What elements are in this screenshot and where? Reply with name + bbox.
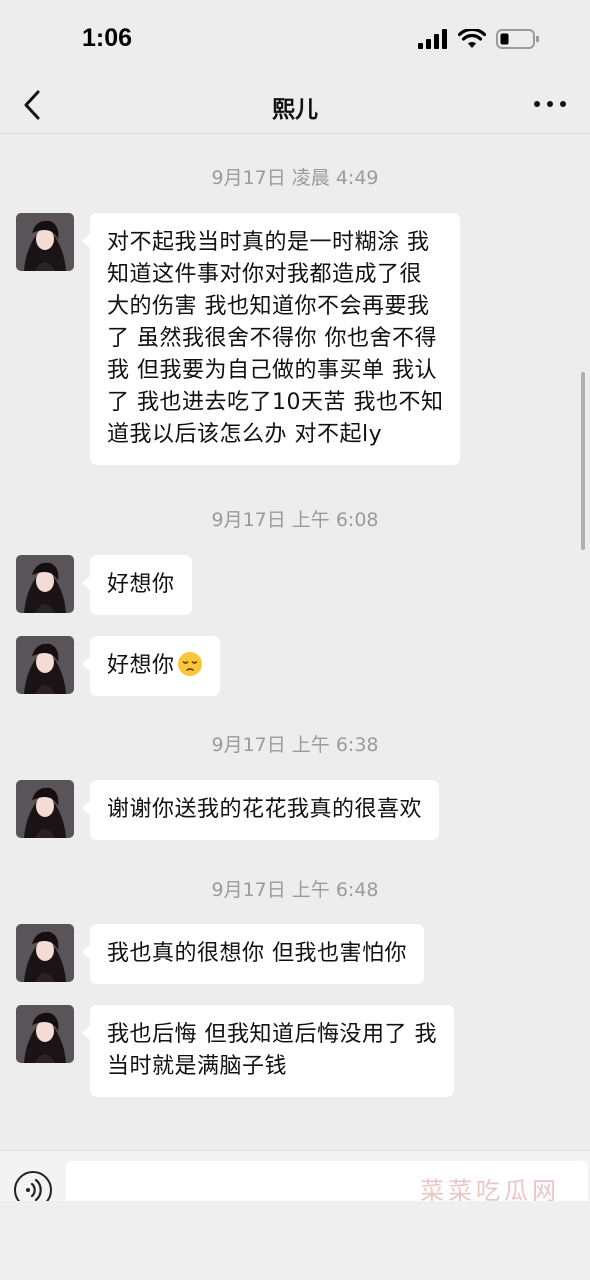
scrollbar-thumb[interactable]: [581, 372, 585, 550]
message-row: 对不起我当时真的是一时糊涂 我 知道这件事对你对我都造成了很 大的伤害 我也知道…: [16, 213, 461, 465]
message-bubble[interactable]: 对不起我当时真的是一时糊涂 我 知道这件事对你对我都造成了很 大的伤害 我也知道…: [81, 213, 461, 465]
message-line: 对不起我当时真的是一时糊涂 我: [107, 230, 430, 255]
timestamp: 9月17日 凌晨 4:49: [211, 167, 379, 189]
message-row: 我也后悔 但我知道后悔没用了 我 当时就是满脑子钱: [16, 1005, 454, 1097]
pensive-face-emoji: [177, 652, 202, 676]
contact-name: 熙儿: [272, 97, 318, 123]
signal-bars-icon: [418, 29, 447, 49]
avatar[interactable]: [16, 780, 74, 838]
wifi-icon: [458, 29, 486, 48]
message-text: 谢谢你送我的花花我真的很喜欢: [107, 797, 423, 822]
timestamp: 9月17日 上午 6:38: [211, 734, 379, 756]
message-text: 我也真的很想你 但我也害怕你: [107, 941, 407, 966]
more-dots-icon: [534, 101, 540, 107]
timestamp: 9月17日 上午 6:48: [211, 879, 379, 901]
message-line: 了 我也进去吃了10天苦 我也不知: [107, 390, 444, 415]
message-bubble[interactable]: 我也后悔 但我知道后悔没用了 我 当时就是满脑子钱: [82, 1005, 454, 1097]
avatar[interactable]: [16, 555, 74, 613]
battery-icon: [496, 29, 539, 49]
chat-header: 熙儿: [0, 76, 590, 134]
input-bar: 菜菜吃瓜网: [0, 1150, 590, 1280]
message-row: 好想你: [16, 636, 220, 696]
avatar[interactable]: [16, 924, 74, 982]
message-text: 好想你: [107, 572, 175, 597]
message-line: 我 但我要为自己做的事买单 我认: [107, 358, 437, 383]
bottom-overlay: [0, 1201, 590, 1280]
avatar[interactable]: [16, 213, 74, 271]
more-button[interactable]: [534, 94, 566, 114]
message-row: 谢谢你送我的花花我真的很喜欢: [16, 780, 440, 840]
message-bubble[interactable]: 好想你: [82, 636, 220, 696]
avatar[interactable]: [16, 1005, 74, 1063]
message-line: 我也后悔 但我知道后悔没用了 我: [107, 1022, 437, 1047]
timestamp: 9月17日 上午 6:08: [211, 509, 379, 531]
message-line: 大的伤害 我也知道你不会再要我: [107, 294, 430, 319]
status-icons: [418, 28, 540, 50]
message-line: 道我以后该怎么办 对不起ly: [107, 422, 383, 447]
message-line: 知道这件事对你对我都造成了很: [107, 262, 423, 287]
message-bubble[interactable]: 我也真的很想你 但我也害怕你: [82, 924, 424, 984]
message-row: 好想你: [16, 555, 192, 615]
message-row: 我也真的很想你 但我也害怕你: [16, 924, 424, 984]
status-time: 1:06: [82, 24, 133, 52]
message-bubble[interactable]: 好想你: [82, 555, 192, 615]
message-line: 当时就是满脑子钱: [107, 1054, 288, 1079]
message-text: 好想你: [107, 653, 175, 678]
message-bubble[interactable]: 谢谢你送我的花花我真的很喜欢: [81, 780, 440, 840]
avatar[interactable]: [16, 636, 74, 694]
chat-history[interactable]: 9月17日 凌晨 4:49 对不起我当时真的是一时糊涂 我 知道这件事对你对我都…: [0, 135, 590, 1150]
message-line: 了 虽然我很舍不得你 你也舍不得: [107, 326, 437, 351]
status-bar: 1:06: [0, 0, 590, 76]
